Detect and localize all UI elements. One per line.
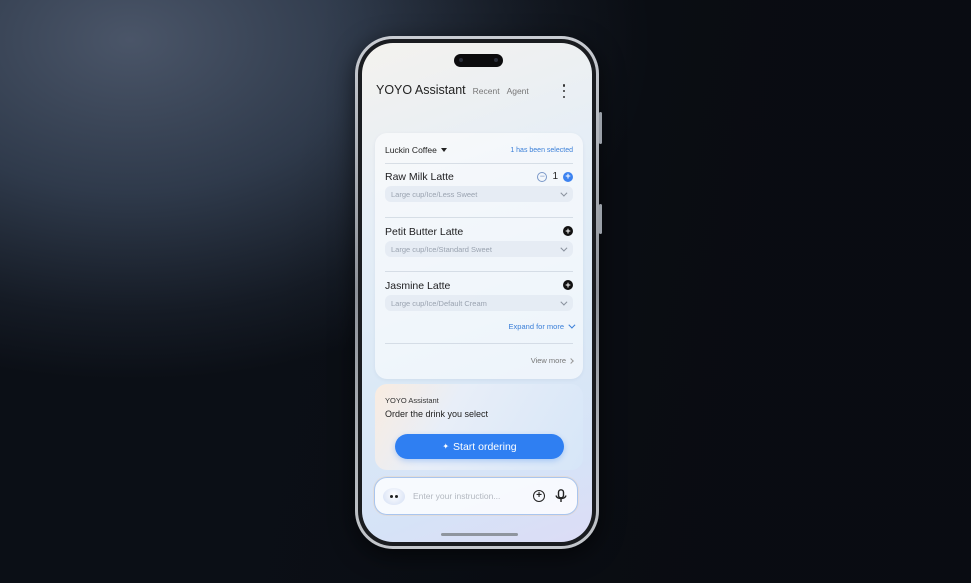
start-ordering-label: Start ordering — [453, 440, 517, 453]
caret-down-icon — [440, 148, 447, 152]
expand-more-button[interactable]: Expand for more — [508, 321, 576, 331]
chevron-down-icon — [560, 244, 568, 252]
add-button[interactable]: + — [531, 488, 547, 504]
instruction-input[interactable] — [413, 491, 525, 501]
expand-label: Expand for more — [508, 322, 564, 331]
item-name: Petit Butter Latte — [385, 226, 464, 238]
options-dropdown[interactable]: Large cup/Ice/Default Cream — [385, 295, 573, 311]
power-button — [599, 204, 602, 234]
tab-recent[interactable]: Recent — [473, 86, 500, 96]
volume-up-button — [599, 112, 602, 144]
start-ordering-button[interactable]: ✦ Start ordering — [395, 434, 564, 459]
assistant-mascot-icon[interactable] — [383, 487, 405, 505]
plus-icon[interactable]: + — [563, 280, 573, 290]
divider — [385, 271, 573, 272]
options-dropdown[interactable]: Large cup/Ice/Less Sweet — [385, 186, 573, 202]
list-item: Petit Butter Latte + Large cup/Ice/Stand… — [385, 226, 573, 264]
options-dropdown[interactable]: Large cup/Ice/Standard Sweet — [385, 241, 573, 257]
instruction-bar: + — [374, 477, 578, 515]
phone-screen: YOYO Assistant Recent Agent Luckin Coffe… — [362, 43, 592, 542]
chevron-down-icon — [560, 298, 568, 306]
list-item: Raw Milk Latte − 1 + Large cup/Ice/Less … — [385, 171, 573, 209]
plus-circle-icon: + — [533, 490, 545, 502]
store-name: Luckin Coffee — [385, 145, 437, 155]
more-vertical-icon[interactable] — [560, 83, 568, 99]
minus-icon[interactable]: − — [537, 171, 548, 182]
voice-button[interactable] — [553, 488, 569, 504]
sparkle-icon: ✦ — [442, 442, 450, 451]
order-card: Luckin Coffee 1 has been selected Raw Mi… — [375, 133, 583, 379]
view-more-label: View more — [530, 356, 566, 365]
tab-agent[interactable]: Agent — [507, 86, 529, 96]
dynamic-island — [454, 54, 503, 67]
chevron-down-icon — [568, 321, 576, 329]
divider — [385, 163, 573, 164]
store-selector[interactable]: Luckin Coffee — [385, 145, 447, 155]
microphone-icon — [555, 489, 567, 502]
options-text: Large cup/Ice/Default Cream — [391, 298, 487, 308]
phone-frame: YOYO Assistant Recent Agent Luckin Coffe… — [355, 36, 602, 549]
selected-count: 1 has been selected — [510, 146, 573, 154]
quantity-value: 1 — [552, 171, 558, 182]
assistant-message: Order the drink you select — [385, 409, 489, 419]
assistant-card: YOYO Assistant Order the drink you selec… — [375, 384, 583, 470]
home-indicator[interactable] — [441, 533, 518, 536]
view-more-link[interactable]: View more — [530, 356, 574, 365]
divider — [385, 343, 573, 344]
divider — [385, 217, 573, 218]
options-text: Large cup/Ice/Less Sweet — [391, 189, 478, 199]
plus-icon[interactable]: + — [563, 171, 573, 182]
item-name: Jasmine Latte — [385, 280, 451, 292]
list-item: Jasmine Latte + Large cup/Ice/Default Cr… — [385, 280, 573, 318]
item-name: Raw Milk Latte — [385, 171, 454, 183]
plus-icon[interactable]: + — [563, 226, 573, 236]
assistant-label: YOYO Assistant — [385, 396, 439, 405]
chevron-down-icon — [560, 189, 568, 197]
chevron-right-icon — [568, 357, 574, 364]
app-title: YOYO Assistant — [376, 83, 466, 97]
app-header: YOYO Assistant Recent Agent — [376, 83, 578, 103]
options-text: Large cup/Ice/Standard Sweet — [391, 244, 492, 254]
